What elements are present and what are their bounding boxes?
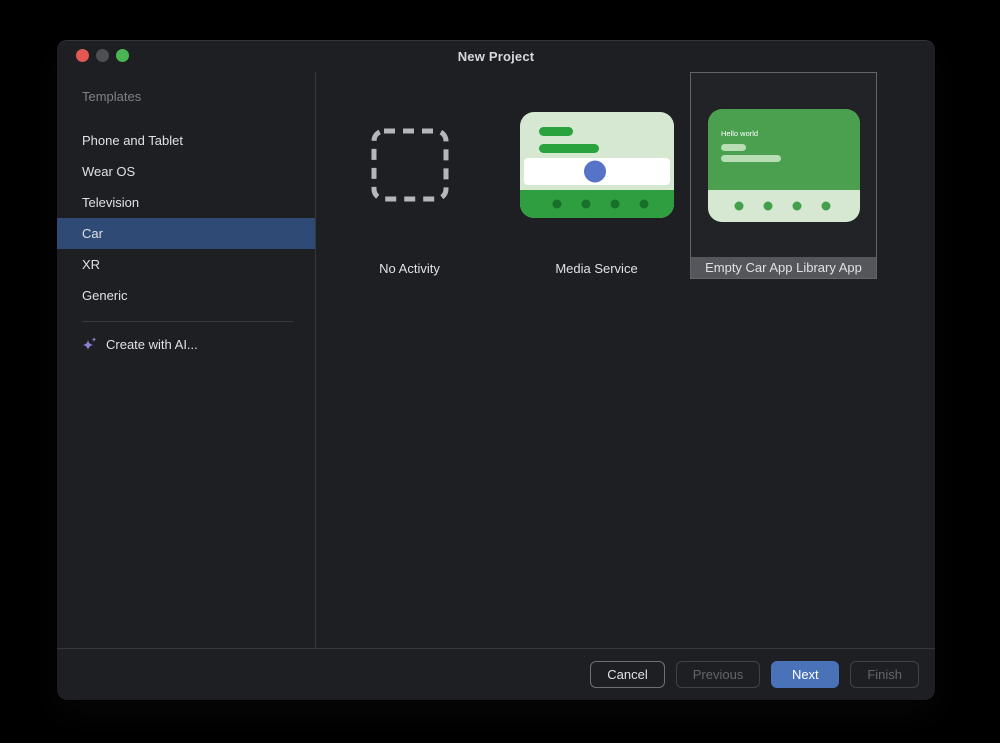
traffic-lights [76,49,129,62]
sidebar-item-phone-and-tablet[interactable]: Phone and Tablet [57,125,315,156]
no-activity-preview [316,72,503,258]
empty-car-app-preview: Hello world [691,73,876,257]
create-with-ai-label: Create with AI... [106,337,198,352]
next-button[interactable]: Next [771,661,839,688]
template-tile-empty-car-app[interactable]: Hello world Empty Car App Library App [690,72,877,279]
hello-world-text: Hello world [721,129,758,138]
dialog-content: Templates Phone and Tablet Wear OS Telev… [57,72,935,648]
create-with-ai-item[interactable]: Create with AI... [57,329,315,360]
dialog-footer: Cancel Previous Next Finish [57,648,935,700]
sidebar-item-label: XR [82,257,100,272]
titlebar: New Project [57,40,935,72]
sidebar-header: Templates [57,89,315,105]
sidebar-item-car[interactable]: Car [57,218,315,249]
ai-sparkle-icon [81,336,98,353]
media-service-preview [503,72,690,258]
close-button[interactable] [76,49,89,62]
template-gallery: No Activity [316,72,935,648]
dashed-square-icon [371,128,449,202]
sidebar-list: Phone and Tablet Wear OS Television Car … [57,125,315,311]
sidebar-item-label: Wear OS [82,164,135,179]
sidebar-item-xr[interactable]: XR [57,249,315,280]
sidebar-item-label: Generic [82,288,128,303]
sidebar-item-label: Car [82,226,103,241]
previous-button[interactable]: Previous [676,661,761,688]
minimize-button[interactable] [96,49,109,62]
cancel-button[interactable]: Cancel [590,661,664,688]
sidebar-item-television[interactable]: Television [57,187,315,218]
new-project-dialog: New Project Templates Phone and Tablet W… [57,40,935,700]
templates-sidebar: Templates Phone and Tablet Wear OS Telev… [57,72,316,648]
sidebar-item-label: Phone and Tablet [82,133,183,148]
template-tile-media-service[interactable]: Media Service [503,72,690,279]
template-label: Media Service [503,258,690,279]
media-service-card-icon [520,112,674,218]
finish-button[interactable]: Finish [850,661,919,688]
zoom-button[interactable] [116,49,129,62]
template-tile-no-activity[interactable]: No Activity [316,72,503,279]
car-app-card-icon: Hello world [708,109,860,222]
sidebar-item-label: Television [82,195,139,210]
sidebar-item-generic[interactable]: Generic [57,280,315,311]
template-label-selected: Empty Car App Library App [691,257,876,278]
dialog-title: New Project [458,49,535,64]
template-label: No Activity [316,258,503,279]
template-tiles-row: No Activity [316,72,935,279]
sidebar-divider [82,321,293,322]
sidebar-item-wear-os[interactable]: Wear OS [57,156,315,187]
